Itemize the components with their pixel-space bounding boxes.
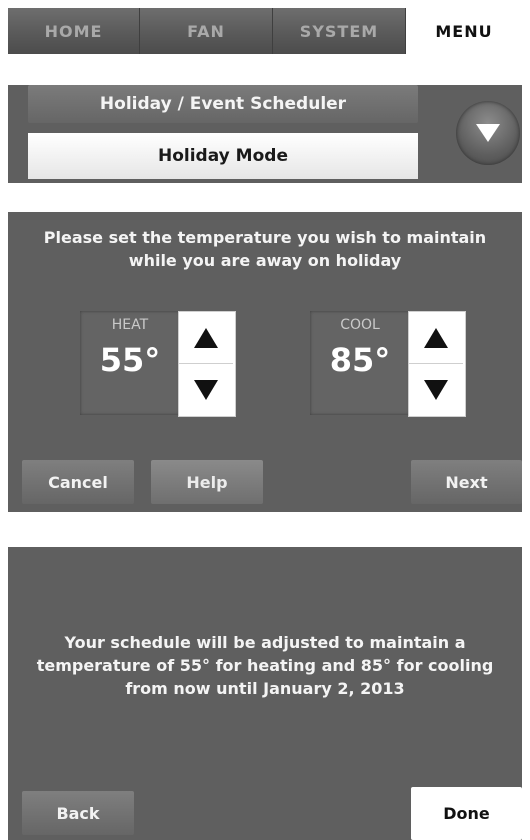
arrow-up-icon (424, 327, 448, 348)
cool-up-button[interactable] (409, 312, 463, 364)
heat-up-button[interactable] (179, 312, 233, 364)
cool-stepper (408, 311, 466, 417)
scroll-down-button[interactable] (456, 101, 520, 165)
heat-value: 55° (99, 341, 161, 379)
scheduler-header-panel: Holiday / Event Scheduler Holiday Mode (8, 85, 522, 183)
help-button[interactable]: Help (151, 460, 263, 504)
tab-fan[interactable]: FAN (140, 8, 273, 54)
tab-system[interactable]: SYSTEM (273, 8, 406, 54)
arrow-down-icon (194, 379, 218, 400)
schedule-confirmation-message: Your schedule will be adjusted to mainta… (36, 633, 494, 698)
heat-setpoint-display: HEAT 55° (80, 311, 180, 415)
tab-menu[interactable]: MENU (406, 8, 522, 54)
temperature-instructions: Please set the temperature you wish to m… (43, 228, 487, 270)
cancel-button[interactable]: Cancel (22, 460, 134, 504)
cool-value: 85° (329, 341, 391, 379)
back-button[interactable]: Back (22, 791, 134, 835)
heat-label: HEAT (111, 317, 149, 333)
cool-setpoint-display: COOL 85° (310, 311, 410, 415)
chevron-down-icon (476, 124, 500, 142)
next-button[interactable]: Next (411, 460, 522, 504)
scheduler-title: Holiday / Event Scheduler (28, 85, 418, 123)
heat-stepper (178, 311, 236, 417)
temperature-panel: Please set the temperature you wish to m… (8, 212, 522, 512)
heat-down-button[interactable] (179, 364, 233, 415)
arrow-up-icon (194, 327, 218, 348)
arrow-down-icon (424, 379, 448, 400)
holiday-mode-item[interactable]: Holiday Mode (28, 133, 418, 179)
done-button[interactable]: Done (411, 787, 522, 840)
cool-label: COOL (340, 317, 380, 333)
tab-bar: HOME FAN SYSTEM MENU (8, 8, 522, 54)
confirmation-panel: Your schedule will be adjusted to mainta… (8, 547, 522, 840)
tab-home[interactable]: HOME (8, 8, 140, 54)
cool-down-button[interactable] (409, 364, 463, 415)
